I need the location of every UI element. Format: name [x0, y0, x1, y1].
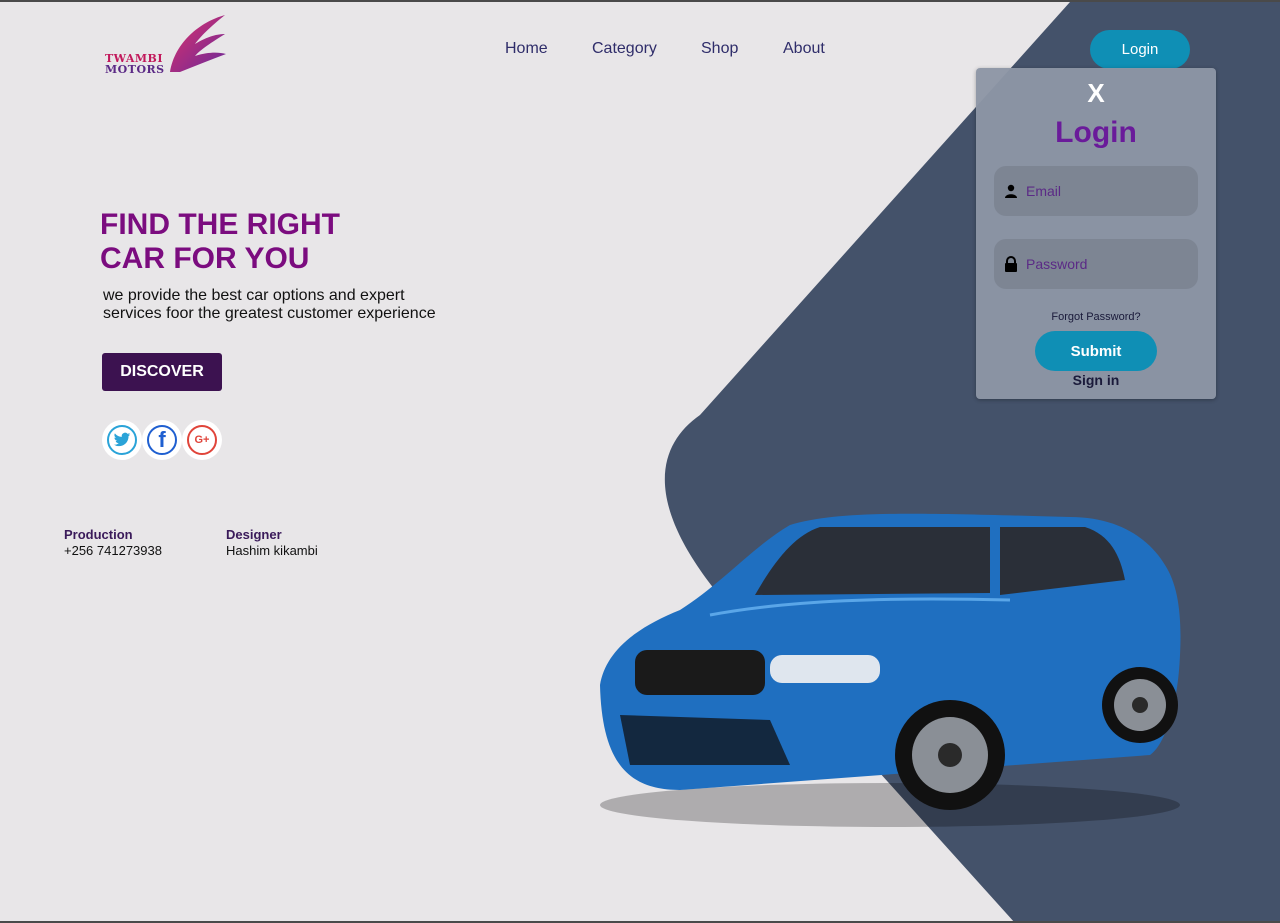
- facebook-link[interactable]: f: [142, 420, 182, 460]
- nav-shop[interactable]: Shop: [701, 40, 738, 58]
- google-plus-icon: G+: [187, 425, 217, 455]
- google-plus-link[interactable]: G+: [182, 420, 222, 460]
- hero-title-line1: FIND THE RIGHT: [100, 208, 340, 241]
- nav-about[interactable]: About: [783, 40, 825, 58]
- discover-button[interactable]: DISCOVER: [102, 353, 222, 391]
- hero-title-line2: CAR FOR YOU: [100, 242, 310, 275]
- brand-logo[interactable]: TWAMBI MOTORS: [100, 12, 230, 76]
- close-icon[interactable]: X: [976, 78, 1216, 109]
- header-login-button[interactable]: Login: [1090, 30, 1190, 69]
- submit-button[interactable]: Submit: [1035, 331, 1157, 371]
- car-image: [600, 513, 1181, 827]
- sign-in-link[interactable]: Sign in: [976, 372, 1216, 388]
- designer-name: Hashim kikambi: [226, 543, 318, 558]
- facebook-icon: f: [147, 425, 177, 455]
- password-input[interactable]: [1018, 255, 1188, 273]
- hero-subtitle-line2: services foor the greatest customer expe…: [103, 305, 436, 322]
- login-modal: X Login Forgot Password? Submit Sign in: [976, 68, 1216, 399]
- email-input[interactable]: [1018, 182, 1188, 200]
- designer-label: Designer: [226, 527, 282, 542]
- lock-icon: [1005, 256, 1017, 272]
- nav-category[interactable]: Category: [592, 40, 657, 58]
- hero-subtitle-line1: we provide the best car options and expe…: [103, 287, 405, 304]
- production-label: Production: [64, 527, 133, 542]
- production-phone: +256 741273938: [64, 543, 162, 558]
- hero-title: FIND THE RIGHT CAR FOR YOU: [100, 208, 460, 276]
- modal-title: Login: [1055, 116, 1137, 149]
- twitter-icon: [107, 425, 137, 455]
- user-icon: [1005, 184, 1017, 198]
- nav-home[interactable]: Home: [505, 40, 548, 58]
- twitter-link[interactable]: [102, 420, 142, 460]
- hero-subtitle: we provide the best car options and expe…: [103, 287, 453, 323]
- password-field[interactable]: [994, 239, 1198, 289]
- email-field[interactable]: [994, 166, 1198, 216]
- forgot-password-link[interactable]: Forgot Password?: [976, 311, 1216, 323]
- brand-name-line2: MOTORS: [105, 63, 165, 76]
